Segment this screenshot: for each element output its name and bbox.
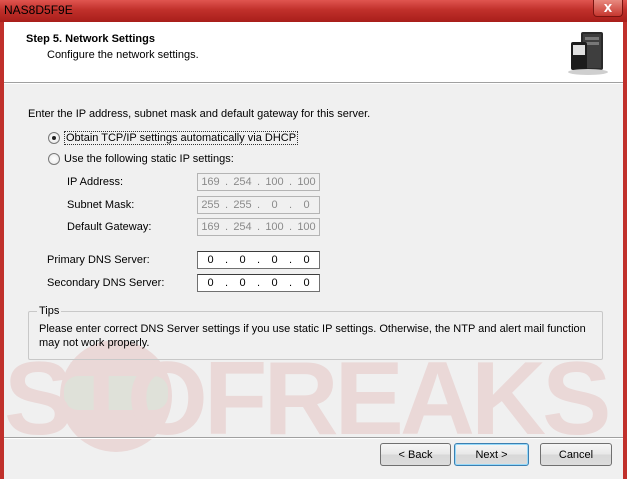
primary-dns-octet-2[interactable]: 0 — [230, 254, 255, 266]
subnet-octet-1: 255 — [201, 199, 220, 211]
tips-title: Tips — [37, 305, 62, 317]
next-button[interactable]: Next > — [454, 443, 529, 466]
secondary-dns-octet-2[interactable]: 0 — [230, 277, 255, 289]
dhcp-option[interactable]: Obtain TCP/IP settings automatically via… — [48, 131, 299, 145]
back-button[interactable]: < Back — [380, 443, 451, 466]
subnet-octet-2: 255 — [233, 199, 252, 211]
primary-dns-field[interactable]: 0. 0. 0. 0 — [197, 251, 320, 269]
footer-separator — [4, 437, 623, 439]
close-icon: X — [603, 1, 613, 15]
default-gateway-label: Default Gateway: — [67, 221, 152, 233]
secondary-dns-field[interactable]: 0. 0. 0. 0 — [197, 274, 320, 292]
window-title: NAS8D5F9E — [4, 3, 73, 17]
gateway-octet-3: 100 — [265, 221, 284, 233]
tips-text: Please enter correct DNS Server settings… — [39, 323, 586, 349]
ip-octet-3: 100 — [265, 176, 284, 188]
dhcp-label[interactable]: Obtain TCP/IP settings automatically via… — [64, 131, 299, 145]
primary-dns-octet-4[interactable]: 0 — [294, 254, 319, 266]
ip-octet-1: 169 — [201, 176, 220, 188]
secondary-dns-octet-4[interactable]: 0 — [294, 277, 319, 289]
dhcp-radio[interactable] — [48, 132, 60, 144]
gateway-octet-1: 169 — [201, 221, 220, 233]
cancel-button[interactable]: Cancel — [540, 443, 612, 466]
static-radio[interactable] — [48, 153, 60, 165]
secondary-dns-octet-3[interactable]: 0 — [262, 277, 287, 289]
ip-octet-4: 100 — [297, 176, 316, 188]
ip-octet-2: 254 — [233, 176, 252, 188]
ip-address-label: IP Address: — [67, 176, 124, 188]
gateway-octet-2: 254 — [233, 221, 252, 233]
nas-server-icon — [568, 32, 608, 75]
subnet-octet-3: 0 — [271, 199, 278, 211]
subnet-octet-4: 0 — [303, 199, 310, 211]
close-button[interactable]: X — [593, 0, 623, 17]
ip-address-field: 169. 254. 100. 100 — [197, 173, 320, 191]
default-gateway-field: 169. 254. 100. 100 — [197, 218, 320, 236]
static-label[interactable]: Use the following static IP settings: — [64, 153, 234, 165]
primary-dns-octet-1[interactable]: 0 — [198, 254, 223, 266]
title-bar: NAS8D5F9E X — [0, 0, 627, 22]
secondary-dns-label: Secondary DNS Server: — [47, 277, 165, 289]
step-subtitle: Configure the network settings. — [47, 49, 199, 61]
primary-dns-octet-3[interactable]: 0 — [262, 254, 287, 266]
static-option[interactable]: Use the following static IP settings: — [48, 153, 234, 165]
intro-text: Enter the IP address, subnet mask and de… — [28, 108, 371, 120]
subnet-mask-label: Subnet Mask: — [67, 199, 135, 211]
secondary-dns-octet-1[interactable]: 0 — [198, 277, 223, 289]
primary-dns-label: Primary DNS Server: — [47, 254, 150, 266]
step-title: Step 5. Network Settings — [26, 33, 155, 45]
subnet-mask-field: 255. 255. 0. 0 — [197, 196, 320, 214]
gateway-octet-4: 100 — [297, 221, 316, 233]
wizard-body: STOFREAKS Enter the IP address, subnet m… — [4, 84, 623, 479]
wizard-header: Step 5. Network Settings Configure the n… — [0, 22, 627, 82]
window-frame-right — [623, 22, 627, 479]
tips-group: Tips Please enter correct DNS Server set… — [28, 305, 603, 360]
